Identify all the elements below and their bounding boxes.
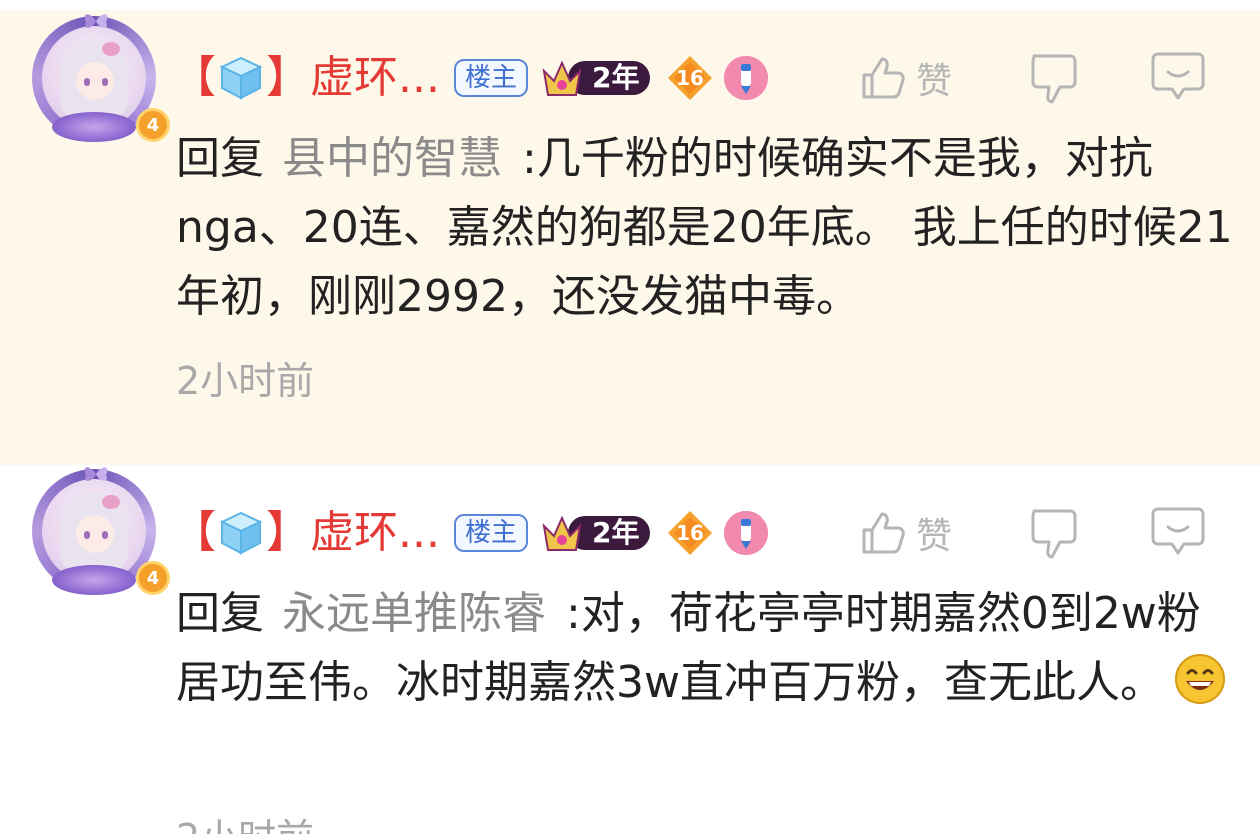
like-button[interactable]: 赞 [858, 503, 952, 563]
dislike-button[interactable] [1026, 50, 1082, 106]
ice-cube-icon [218, 55, 264, 101]
reply-target-link[interactable]: 永远单推陈睿 [282, 588, 546, 639]
avatar-decoration [52, 565, 136, 595]
butterfly-icon [84, 467, 108, 481]
comment-body: 回复 永远单推陈睿:对，荷花亭亭时期嘉然0到2w粉居功至伟。冰时期嘉然3w直冲百万… [176, 579, 1236, 717]
ice-cube-icon [218, 510, 264, 556]
level-number: 16 [676, 66, 704, 90]
like-button[interactable]: 赞 [858, 48, 952, 108]
pen-badge-icon [723, 56, 768, 100]
owner-tag: 楼主 [453, 59, 528, 97]
grin-emoji-icon [1174, 654, 1225, 704]
username[interactable]: 虚环... [310, 50, 440, 106]
username[interactable]: 虚环... [310, 505, 440, 561]
level-number: 16 [676, 521, 704, 545]
reply-button[interactable] [1150, 503, 1206, 559]
comment-header: 【 】 虚环... 楼主 2年 16 [172, 505, 768, 561]
vip-duration: 2年 [591, 61, 640, 94]
bracket-open: 【 [172, 52, 216, 103]
butterfly-icon [84, 14, 108, 28]
thumbs-up-icon [862, 57, 905, 99]
comment-item[interactable]: 4 【 】 虚环... 楼主 2年 16 [0, 465, 1260, 834]
like-label: 赞 [916, 516, 953, 557]
bracket-close: 】 [266, 507, 310, 558]
reply-button[interactable] [1150, 48, 1206, 104]
avatar-level-badge: 4 [136, 561, 170, 595]
vip-crown-icon: 2年 [540, 57, 652, 99]
reply-target-link[interactable]: 县中的智慧 [282, 133, 502, 184]
level-diamond-icon: 16 [666, 54, 714, 102]
dislike-button[interactable] [1026, 505, 1082, 561]
avatar-decoration [52, 112, 136, 142]
reply-prefix: 回复 [176, 588, 264, 639]
comment-actions: 赞 [858, 503, 1218, 563]
bracket-open: 【 [172, 507, 216, 558]
comment-timestamp: 2小时前 [176, 807, 314, 834]
avatar[interactable]: 4 [32, 14, 170, 142]
reply-bubble-icon [1151, 507, 1205, 555]
like-label: 赞 [916, 61, 953, 102]
vip-crown-icon: 2年 [540, 512, 652, 554]
reply-bubble-icon [1151, 52, 1205, 100]
comment-item[interactable]: 4 【 】 虚环... 楼主 2年 16 [0, 0, 1260, 465]
bracket-close: 】 [266, 52, 310, 103]
comment-timestamp: 2小时前 [176, 359, 315, 403]
avatar-level-badge: 4 [136, 108, 170, 142]
comment-body: 回复 县中的智慧:几千粉的时候确实不是我，对抗nga、20连、嘉然的狗都是20年底… [176, 124, 1236, 331]
vip-duration: 2年 [591, 516, 640, 549]
avatar[interactable]: 4 [32, 467, 170, 595]
pen-badge-icon [723, 511, 768, 555]
comment-actions: 赞 [858, 48, 1218, 108]
owner-tag: 楼主 [453, 514, 528, 552]
thumbs-up-icon [862, 512, 905, 554]
level-diamond-icon: 16 [666, 509, 714, 557]
reply-prefix: 回复 [176, 133, 264, 184]
comment-header: 【 】 虚环... 楼主 2年 16 [172, 50, 768, 106]
thumbs-down-icon [1031, 509, 1077, 559]
thumbs-down-icon [1031, 54, 1077, 104]
